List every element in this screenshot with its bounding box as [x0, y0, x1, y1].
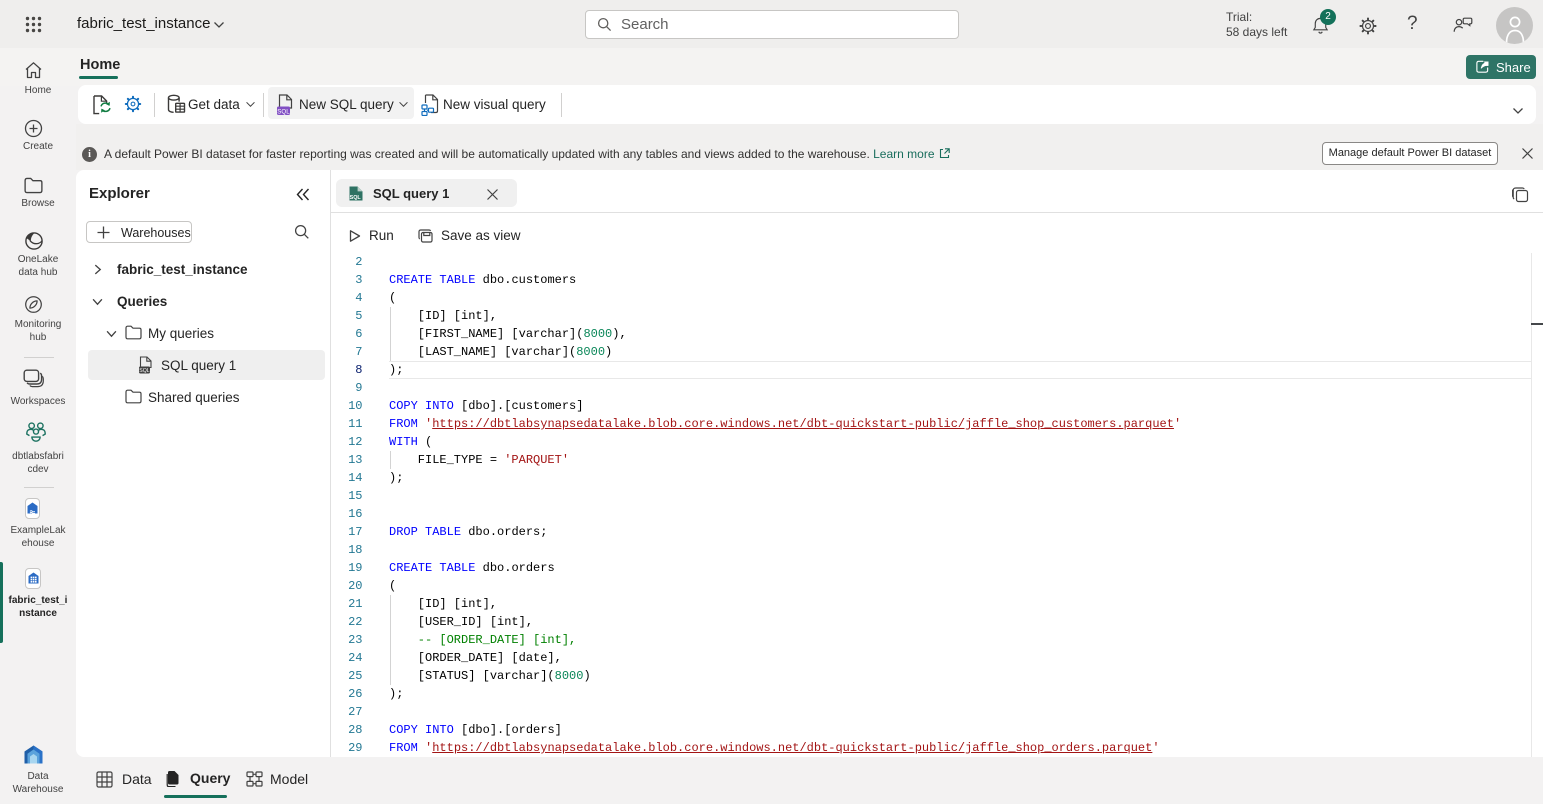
svg-text:SQL: SQL: [350, 195, 362, 201]
svg-text:SQL: SQL: [139, 368, 149, 374]
svg-text:SQL: SQL: [277, 108, 290, 115]
